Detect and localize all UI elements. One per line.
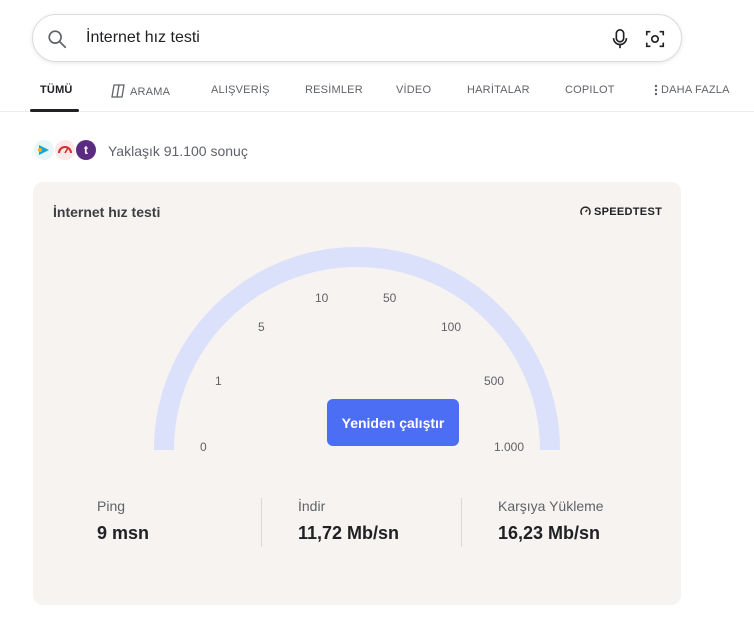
stat-download-label: İndir [298, 498, 326, 514]
stat-divider [461, 498, 462, 547]
stat-ping-label: Ping [97, 498, 126, 514]
stat-upload-label: Karşıya Yükleme [498, 498, 604, 514]
visual-search-icon[interactable] [644, 28, 666, 50]
gauge-label-5: 5 [258, 320, 265, 334]
tab-more[interactable]: DAHA FAZLA [654, 84, 730, 96]
result-count: Yaklaşık 91.100 sonuç [108, 143, 248, 159]
gauge-label-10: 10 [315, 291, 329, 305]
play-arrow-icon [38, 145, 49, 155]
speed-stats: Ping 9 msn İndir 11,72 Mb/sn Karşıya Yük… [33, 498, 681, 548]
gauge-label-500: 500 [484, 374, 505, 388]
stat-download: İndir 11,72 Mb/sn [298, 498, 399, 544]
tab-copilot[interactable]: COPILOT [565, 84, 615, 96]
copilot-search-icon [111, 84, 125, 98]
gauge-label-1000: 1.000 [494, 440, 525, 454]
stat-ping-value: 9 msn [97, 523, 150, 543]
more-vertical-icon [654, 84, 658, 96]
tab-maps[interactable]: HARİTALAR [467, 84, 530, 96]
microphone-icon[interactable] [610, 28, 630, 50]
stat-download-value: 11,72 Mb/sn [298, 523, 400, 543]
rerun-button[interactable]: Yeniden çalıştır [327, 399, 459, 446]
stat-divider [261, 498, 262, 547]
search-tabs: TÜMÜ ARAMA ALIŞVERİŞ RESİMLER VİDEO HARİ… [0, 72, 754, 112]
gauge-label-0: 0 [200, 440, 207, 454]
search-box[interactable]: İnternet hız testi [32, 14, 682, 62]
tab-more-label: DAHA FAZLA [661, 84, 730, 96]
source-favicon-1[interactable] [34, 140, 54, 160]
gauge-label-50: 50 [383, 291, 397, 305]
search-query-input[interactable]: İnternet hız testi [86, 29, 200, 47]
stat-upload: Karşıya Yükleme 16,23 Mb/sn [498, 498, 604, 544]
active-tab-indicator [30, 109, 79, 112]
tab-all[interactable]: TÜMÜ [40, 84, 73, 96]
stat-upload-value: 16,23 Mb/sn [498, 523, 601, 543]
gauge-label-1: 1 [215, 374, 222, 388]
gauge-label-100: 100 [441, 320, 462, 334]
source-favicon-3[interactable]: t [76, 140, 96, 160]
stat-ping: Ping 9 msn [97, 498, 149, 544]
speedtest-card: İnternet hız testi SPEEDTEST 0 1 5 10 50… [33, 182, 681, 605]
tab-search[interactable]: ARAMA [110, 84, 170, 98]
speedometer-icon [58, 146, 72, 154]
search-icon[interactable] [46, 28, 68, 50]
tab-images[interactable]: RESİMLER [305, 84, 363, 96]
tab-shopping[interactable]: ALIŞVERİŞ [211, 84, 270, 96]
tab-video[interactable]: VİDEO [396, 84, 431, 96]
tab-search-label: ARAMA [130, 86, 171, 98]
source-favicon-2[interactable] [55, 140, 75, 160]
